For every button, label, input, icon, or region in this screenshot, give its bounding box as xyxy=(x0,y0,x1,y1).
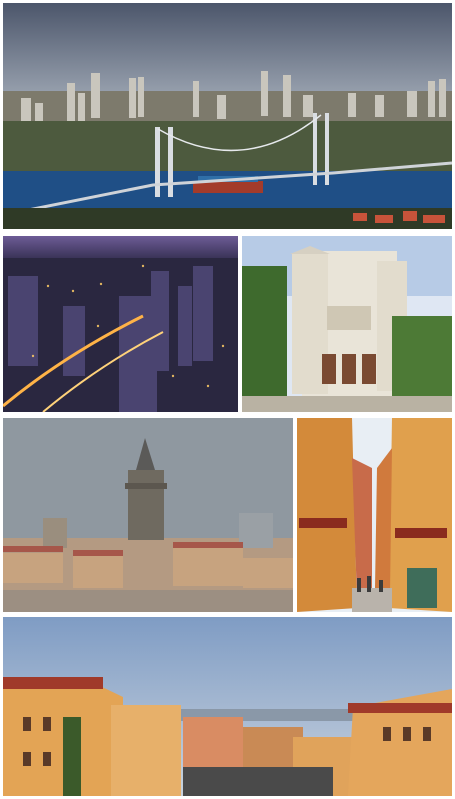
photo-night-city xyxy=(3,236,238,412)
photo-tower-old-city xyxy=(3,418,293,612)
photo-church xyxy=(242,236,452,412)
photo-skyline-bridge xyxy=(3,3,452,229)
photo-terracotta-buildings xyxy=(3,617,452,796)
photo-narrow-street xyxy=(297,418,452,612)
